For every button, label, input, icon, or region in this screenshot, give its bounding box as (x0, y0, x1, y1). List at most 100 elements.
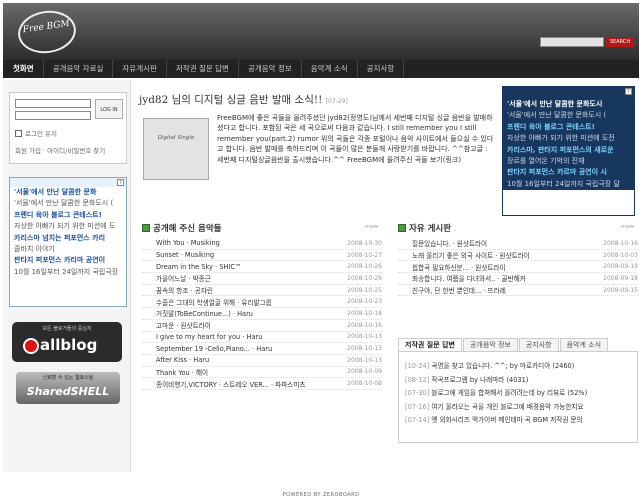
promo-link[interactable]: '서울'에서 만난 달콤한 문화 (10, 187, 126, 198)
search-input[interactable] (540, 37, 604, 47)
remember-label: 로그인 유지 (25, 130, 57, 138)
site-logo[interactable]: Free BGM (15, 7, 79, 57)
list-item[interactable]: 종이비행기,VICTORY · 스트레오 VER... · 파파스미츠 2008-… (142, 378, 382, 390)
sharedshell-caption: 신뢰할 수 있는 웹호스팅 (42, 375, 94, 381)
item-title[interactable]: Dream in the Sky · SHIC™ (142, 263, 340, 271)
list-item[interactable]: With You · Musiking 2008-10-30 (142, 238, 382, 250)
free-board-title[interactable]: 자유 게시판 (398, 222, 451, 234)
nav-notice[interactable]: 공지사항 (358, 60, 405, 78)
item-title[interactable]: 여기 올라오는 곡을 개인 블로그에 배경음악 가능한지요 (431, 403, 583, 411)
list-item[interactable]: 힙합곡 필요하신분... · 원샷트라이 2008-09-19 (398, 261, 638, 274)
list-item[interactable]: [07-30] 블로그에 게임을 합쳐해서 올려려는데 by 리뷰로 (52%) (405, 387, 637, 401)
item-title[interactable]: 옛 외화시리즈 맥가이버 메인테마 곡 BGM 저작권 문의 (431, 416, 582, 424)
item-title[interactable]: 곡명을 찾고 있습니다. ^^; by 마로카디아 (2460) (431, 362, 574, 370)
promo-link[interactable]: '서울'에서 만난 달콤한 문화도시 (503, 99, 634, 111)
help-icon[interactable]: ? (625, 88, 632, 95)
item-title[interactable]: I give to my heart for you · Haru (142, 333, 340, 341)
nav-public-music[interactable]: 공개음악 자료실 (44, 60, 114, 78)
list-item[interactable]: 거짓말(ToBeContinue...) · Haru 2008-10-18 (142, 308, 382, 320)
item-title[interactable]: 꿈속의 항조 · 공쟈린 (142, 285, 340, 295)
list-item[interactable]: 노래 올리기 좋은 외국 사이트 · 원샷트라이 2008-10-03 (398, 250, 638, 262)
list-item[interactable]: 질문있습니다. · 원샷트라이 2008-10-16 (398, 238, 638, 250)
login-button[interactable]: LOG IN (95, 99, 123, 119)
list-item[interactable]: 죄송합니다. 여쭙을 다녀와서.. · 골반해커 2008-09-18 (398, 273, 638, 285)
promo-link[interactable]: 카리스마 넘치는 퍼포먼스 카리 (10, 233, 126, 244)
list-item[interactable]: 꿈속의 항조 · 공쟈린 2008-10-25 (142, 285, 382, 297)
list-item[interactable]: After Kiss · Haru 2008-10-13 (142, 355, 382, 367)
allblog-banner[interactable]: 모든 블로거들의 중심지 allblog (12, 322, 122, 362)
list-item[interactable]: I give to my heart for you · Haru 2008-10… (142, 332, 382, 344)
board-title-text[interactable]: 공개해 주신 음악들 (153, 222, 221, 234)
item-title[interactable]: 거짓말(ToBeContinue...) · Haru (142, 308, 340, 318)
music-board-title[interactable]: 공개해 주신 음악들 (142, 222, 221, 234)
item-title[interactable]: After Kiss · Haru (142, 356, 340, 364)
item-title[interactable]: Thank You · 해이 (142, 367, 340, 377)
item-title[interactable]: 고마운 · 원샷트라이 (142, 320, 340, 330)
item-date: 2008-10-26 (347, 274, 382, 282)
item-title[interactable]: With You · Musiking (142, 239, 340, 247)
join-link[interactable]: 회원 가입 · 아이디/비밀번호 찾기 (15, 145, 105, 155)
item-title[interactable]: 힙합곡 필요하신분... · 원샷트라이 (398, 262, 596, 272)
post-thumbnail[interactable]: Digital Single (143, 118, 209, 180)
item-title[interactable]: 작곡프로그램 by 나래마라 (4031) (431, 376, 528, 384)
remember-login[interactable]: 로그인 유지 (15, 128, 57, 138)
header: Free BGM SEARCH (3, 3, 639, 60)
nav-free-board[interactable]: 자유게시판 (113, 60, 167, 78)
item-title[interactable]: 블로그에 게임을 합쳐해서 올려려는데 by 리뷰로 (52%) (431, 389, 587, 397)
list-item[interactable]: [07-14] 옛 외화시리즈 맥가이버 메인테마 곡 BGM 저작권 문의 (405, 414, 637, 428)
nav-music-info[interactable]: 공개음악 정보 (239, 60, 302, 78)
tab-notice[interactable]: 공지사항 (518, 338, 559, 352)
item-date: 2008-09-18 (603, 274, 638, 282)
promo-link[interactable]: 프렌디 육아 블로그 콘테스트! (503, 121, 634, 134)
board-icon (142, 224, 150, 232)
list-item[interactable]: [07-16] 여기 올라오는 곡을 개인 블로그에 배경음악 가능한지요 (405, 401, 637, 415)
item-title[interactable]: September 19 -Cello,Piano... · Haru (142, 345, 340, 353)
list-item[interactable]: 수줍은 그대의 학생얼굴 위해 · 유리발그룹 2008-10-23 (142, 296, 382, 309)
promo-link[interactable]: 카리스마, 판타지 퍼포먼스의 새로운 (503, 144, 634, 157)
item-title[interactable]: 노래 올리기 좋은 외국 사이트 · 원샷트라이 (398, 250, 596, 260)
list-item[interactable]: 친구야, 단 한번 뿐인데... · 뜨라레 2008-09-15 (398, 285, 638, 297)
item-date: 2008-10-27 (347, 251, 382, 259)
promo-link[interactable]: 판타지 퍼포먼스 카르마 공연이 시 (503, 167, 634, 179)
post-title-text[interactable]: jyd82 님의 디지털 싱글 음반 발매 소식!! (139, 94, 322, 106)
list-item[interactable]: September 19 -Cello,Piano... · Haru 2008-… (142, 343, 382, 355)
tab-copyright-qa[interactable]: 저작권 질문 답변 (398, 338, 462, 352)
page: Free BGM SEARCH 첫화면 공개음악 자료실 자유게시판 저작권 질… (0, 0, 642, 502)
board-title-text[interactable]: 자유 게시판 (409, 222, 451, 234)
list-item[interactable]: 가을어느날 · 박종근 2008-10-26 (142, 273, 382, 285)
item-title[interactable]: Sunset · Musiking (142, 251, 340, 259)
item-title[interactable]: 가을어느날 · 박종근 (142, 273, 340, 283)
post-title[interactable]: jyd82 님의 디지털 싱글 음반 발매 소식!! [07-29] (139, 92, 348, 107)
list-item[interactable]: [10-24] 곡명을 찾고 있습니다. ^^; by 마로카디아 (2460) (405, 360, 637, 374)
sharedshell-banner[interactable]: 신뢰할 수 있는 웹호스팅 SharedSHELL (16, 372, 120, 404)
list-item[interactable]: Sunset · Musiking 2008-10-27 (142, 250, 382, 262)
nav-music-news[interactable]: 음악계 소식 (302, 60, 358, 78)
more-link[interactable]: more (621, 224, 634, 230)
remember-checkbox[interactable] (15, 129, 22, 137)
search-button[interactable]: SEARCH (606, 37, 634, 47)
item-title[interactable]: 수줍은 그대의 학생얼굴 위해 · 유리발그룹 (142, 297, 340, 307)
tab-music-info[interactable]: 공개음악 정보 (462, 338, 518, 352)
promo-link[interactable]: 프렌디 육아 블로그 콘테스트! (10, 210, 126, 221)
allblog-caption: 모든 블로거들의 중심지 (42, 326, 92, 332)
item-title[interactable]: 종이비행기,VICTORY · 스트레오 VER... · 파파스미츠 (142, 379, 340, 389)
more-link[interactable]: more (365, 224, 378, 230)
help-icon[interactable]: ? (117, 179, 124, 186)
item-title[interactable]: 친구야, 단 한번 뿐인데... · 뜨라레 (398, 285, 596, 295)
item-title[interactable]: 죄송합니다. 여쭙을 다녀와서.. · 골반해커 (398, 273, 596, 283)
promo-link[interactable]: 판타지 퍼포먼스 카리마 공연이 (10, 255, 126, 266)
featured-post: jyd82 님의 디지털 싱글 음반 발매 소식!! [07-29] Digit… (139, 92, 495, 192)
list-item[interactable]: Thank You · 해이 2008-10-09 (142, 367, 382, 379)
item-date: 2008-10-08 (347, 380, 382, 388)
nav-copyright-qa[interactable]: 저작권 질문 답변 (167, 60, 239, 78)
item-date: 2008-10-09 (347, 368, 382, 376)
username-input[interactable] (15, 99, 91, 108)
list-item[interactable]: [08-12] 작곡프로그램 by 나래마라 (4031) (405, 374, 637, 388)
list-item[interactable]: 고마운 · 원샷트라이 2008-10-16 (142, 320, 382, 332)
tab-music-news[interactable]: 음악계 소식 (559, 338, 609, 352)
nav-home[interactable]: 첫화면 (3, 60, 44, 78)
list-item[interactable]: Dream in the Sky · SHIC™ 2008-10-26 (142, 261, 382, 274)
password-input[interactable] (15, 111, 91, 120)
promo-desc: 10월 16일부터 24일까지 국립극장 (14, 267, 119, 276)
item-title[interactable]: 질문있습니다. · 원샷트라이 (398, 238, 596, 248)
